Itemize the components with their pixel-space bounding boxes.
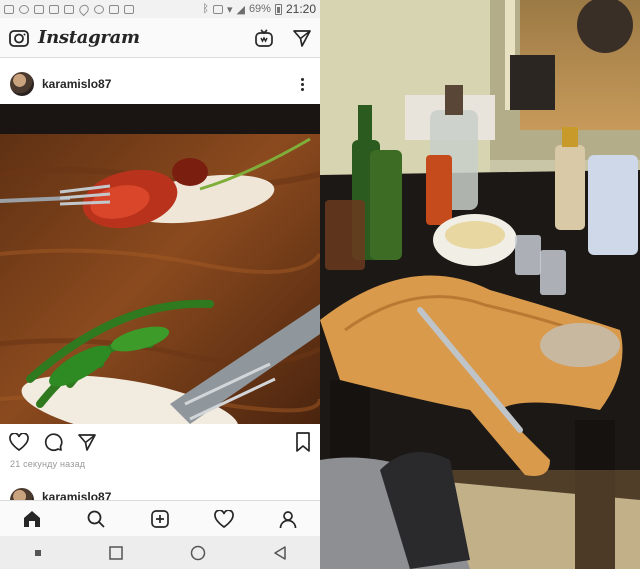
recents-square-icon[interactable] — [108, 545, 123, 560]
post-header: karamislo87 — [0, 65, 320, 103]
next-post-header: karamislo87 — [0, 486, 320, 500]
location-icon — [77, 2, 91, 16]
wifi-icon: ▾ — [226, 3, 233, 16]
bluetooth-icon: ᛒ — [202, 3, 209, 15]
direct-message-icon[interactable] — [292, 28, 312, 48]
search-notification-icon — [94, 4, 104, 14]
mail-icon — [34, 4, 44, 14]
status-bar: ᛒ ▾ ◢ 69% 21:20 — [0, 0, 320, 18]
screenshot-canvas: ᛒ ▾ ◢ 69% 21:20 Instagram karamislo87 21… — [0, 0, 640, 569]
signal-icon: ◢ — [236, 3, 245, 16]
notification-icon — [4, 4, 14, 14]
post-photo[interactable] — [0, 104, 320, 424]
android-navigation-bar — [0, 536, 320, 569]
battery-icon — [274, 3, 282, 15]
post-timestamp: 21 секунду назад — [10, 459, 86, 469]
activity-heart-icon[interactable] — [214, 509, 234, 528]
bottom-navigation — [0, 500, 320, 536]
avatar[interactable] — [10, 72, 34, 96]
gallery-icon — [49, 4, 59, 14]
camera-icon[interactable] — [8, 27, 30, 49]
gallery-icon — [109, 4, 119, 14]
igtv-icon[interactable] — [254, 28, 274, 48]
comment-icon[interactable] — [43, 432, 63, 452]
table-photo — [320, 0, 640, 569]
message-icon — [64, 4, 74, 14]
avatar[interactable] — [10, 488, 34, 500]
like-heart-icon[interactable] — [9, 433, 29, 451]
clock: 21:20 — [285, 2, 316, 16]
status-notification-icons — [4, 2, 134, 16]
battery-percent: 69% — [248, 3, 271, 15]
notification-icon — [19, 4, 29, 14]
notification-icon — [124, 4, 134, 14]
instagram-logo: Instagram — [38, 27, 140, 48]
assistant-dot-icon[interactable] — [34, 549, 42, 557]
bookmark-icon[interactable] — [295, 432, 311, 452]
back-triangle-icon[interactable] — [273, 545, 287, 560]
search-icon[interactable] — [86, 509, 106, 529]
profile-icon[interactable] — [278, 509, 298, 529]
share-icon[interactable] — [77, 432, 97, 452]
next-post-username[interactable]: karamislo87 — [42, 490, 111, 500]
post-actions — [0, 428, 320, 456]
status-system-area: ᛒ ▾ ◢ 69% 21:20 — [202, 2, 316, 16]
more-options-icon[interactable] — [295, 74, 310, 95]
home-icon[interactable] — [22, 509, 42, 529]
top-bar-actions — [254, 28, 312, 48]
instagram-top-bar: Instagram — [0, 18, 320, 58]
home-circle-icon[interactable] — [190, 545, 206, 561]
nfc-icon — [212, 4, 223, 14]
add-post-icon[interactable] — [150, 509, 170, 529]
instagram-phone-screen: ᛒ ▾ ◢ 69% 21:20 Instagram karamislo87 21… — [0, 0, 320, 569]
post-username[interactable]: karamislo87 — [42, 77, 111, 91]
